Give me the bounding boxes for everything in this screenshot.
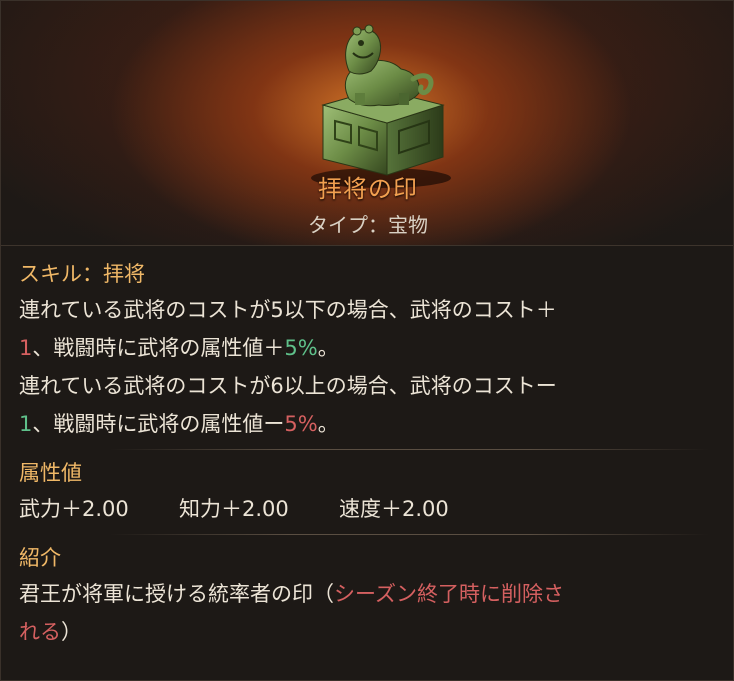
skill-line: 連れている武将のコストが5以下の場合、武将のコスト＋ bbox=[19, 291, 719, 329]
percent-value: 5% bbox=[284, 412, 318, 436]
cost-value: 1 bbox=[19, 412, 33, 436]
attribute-strength: 武力＋2.00 bbox=[19, 497, 129, 521]
skill-line: 連れている武将のコストが6以上の場合、武将のコストー bbox=[19, 367, 719, 405]
intro-line: 君王が将軍に授ける統率者の印（シーズン終了時に削除さ bbox=[19, 575, 719, 613]
section-divider bbox=[109, 449, 709, 450]
item-details: スキル：拝将 連れている武将のコストが5以下の場合、武将のコスト＋ 1、戦闘時に… bbox=[19, 257, 719, 651]
intro-line: れる） bbox=[19, 613, 719, 651]
skill-text: 、戦闘時に武将の属性値ー bbox=[32, 412, 285, 436]
jade-lion-seal-icon bbox=[311, 24, 451, 188]
intro-warning: シーズン終了時に削除さ bbox=[334, 582, 564, 606]
item-header: 拝将の印 タイプ：宝物 bbox=[1, 1, 733, 245]
section-divider bbox=[109, 534, 709, 535]
intro-title: 紹介 bbox=[19, 546, 61, 570]
percent-value: 5% bbox=[284, 336, 318, 360]
intro-text: 君王が将軍に授ける統率者の印（ bbox=[19, 582, 334, 606]
skill-text: 連れている武将のコストが6以上の場合、武将のコストー bbox=[19, 374, 557, 398]
skill-text: 連れている武将のコストが5以下の場合、武将のコスト＋ bbox=[19, 298, 557, 322]
item-tooltip: 拝将の印 タイプ：宝物 スキル：拝将 連れている武将のコストが5以下の場合、武将… bbox=[0, 0, 734, 681]
skill-text: 。 bbox=[317, 336, 339, 360]
attribute-intelligence: 知力＋2.00 bbox=[179, 497, 289, 521]
header-divider bbox=[1, 245, 733, 246]
attribute-speed: 速度＋2.00 bbox=[339, 497, 449, 521]
skill-line: 1、戦闘時に武将の属性値ー5%。 bbox=[19, 405, 719, 443]
attributes-title: 属性値 bbox=[19, 461, 82, 485]
skill-text: 。 bbox=[317, 412, 339, 436]
item-type: タイプ：宝物 bbox=[308, 213, 428, 237]
skill-title: スキル：拝将 bbox=[19, 262, 145, 286]
attributes-row: 武力＋2.00 知力＋2.00 速度＋2.00 bbox=[19, 490, 719, 528]
skill-text: 、戦闘時に武将の属性値＋ bbox=[32, 336, 285, 360]
intro-warning: れる bbox=[19, 620, 61, 644]
skill-line: 1、戦闘時に武将の属性値＋5%。 bbox=[19, 329, 719, 367]
intro-text: ） bbox=[61, 620, 82, 644]
item-name: 拝将の印 bbox=[318, 175, 418, 203]
cost-value: 1 bbox=[19, 336, 33, 360]
